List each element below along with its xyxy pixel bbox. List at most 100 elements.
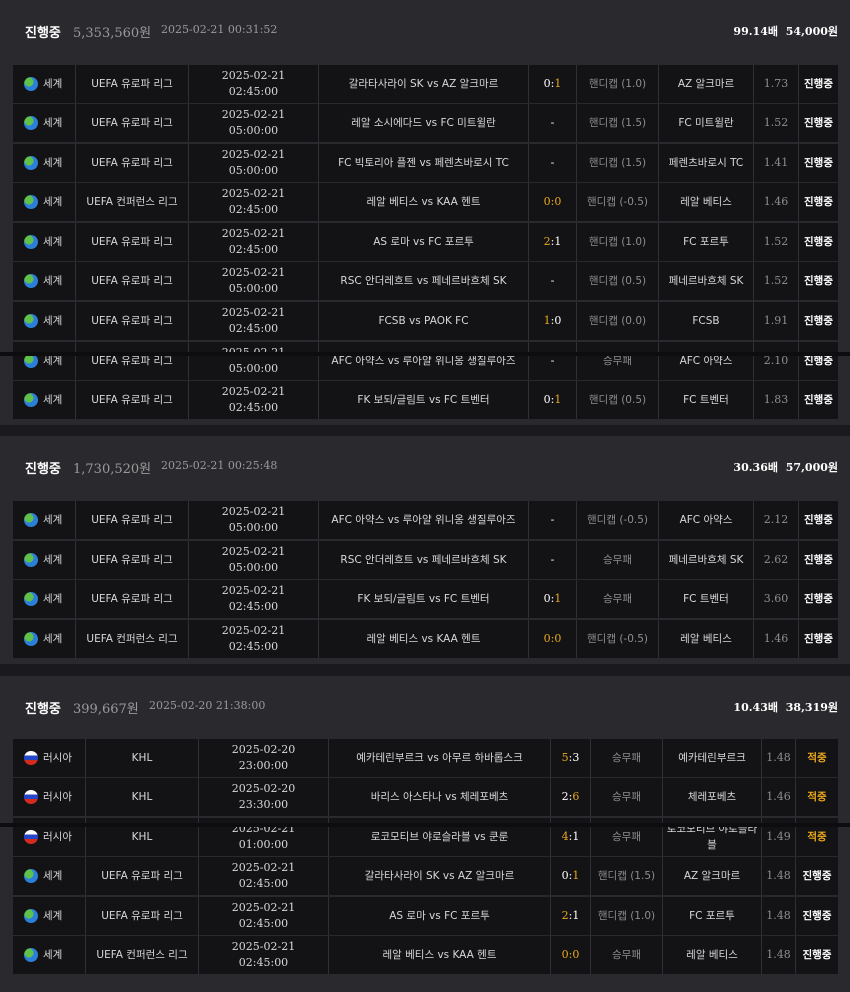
league-name: UEFA 유로파 리그 (75, 302, 188, 340)
score-home: - (550, 274, 555, 287)
match-teams: AS 로마 vs FC 포르투 (328, 897, 550, 935)
match-teams: FC 빅토리아 플젠 vs 페렌츠바로시 TC (318, 144, 528, 182)
score: 0 : 1 (528, 580, 576, 618)
match-time: 23:00:00 (238, 759, 289, 772)
score-home: 2 (543, 235, 551, 248)
score: 0 : 1 (528, 381, 576, 419)
match-date: 2025-02-21 (221, 187, 286, 200)
score-away: 1 (554, 592, 562, 605)
match-datetime: 2025-02-21 05:00:00 (188, 501, 318, 539)
league-name: UEFA 유로파 리그 (75, 223, 188, 261)
match-datetime: 2025-02-21 02:45:00 (198, 936, 328, 974)
bet-market: 핸디캡 (-0.5) (576, 620, 658, 658)
slip-amount: 5,353,560원 (73, 26, 152, 41)
bet-row[interactable]: 세계UEFA 유로파 리그2025-02-2105:00:00AFC 아약스 v… (13, 501, 838, 539)
score-away: 1 (572, 830, 580, 843)
score-home: 0 (543, 592, 551, 605)
result-badge: 진행중 (798, 302, 838, 340)
slip-status: 진행중 (25, 26, 61, 41)
league-name: UEFA 유로파 리그 (85, 897, 198, 935)
bet-odds: 1.46 (753, 620, 798, 658)
match-datetime: 2025-02-21 02:45:00 (188, 183, 318, 221)
score: 2 : 1 (528, 223, 576, 261)
bet-row[interactable]: 러시아 KHL 2025-02-20 23:30:00 바리스 아스타나 vs 체레포베… (13, 778, 838, 816)
bet-odds: 1.73 (753, 65, 798, 103)
bet-market: 승무패 (576, 580, 658, 618)
region-cell: 세계 (13, 541, 75, 579)
slip-status: 진행중 (25, 462, 61, 477)
score-home: 5 (561, 751, 569, 764)
match-date: 2025-02-21 (221, 545, 286, 558)
slip-status: 진행중 (25, 702, 61, 717)
score-home: 4 (561, 830, 569, 843)
russia-flag-icon (24, 830, 38, 844)
match-datetime: 2025-02-21 05:00:00 (188, 262, 318, 300)
region-cell: 세계 (13, 262, 75, 300)
result-badge: 진행중 (795, 936, 838, 974)
match-date: 2025-02-21 (231, 901, 296, 914)
bet-row[interactable]: 세계 UEFA 컨퍼런스 리그 2025-02-21 02:45:00 레알 베티스 v… (13, 936, 838, 974)
bet-row[interactable]: 세계 UEFA 유로파 리그 2025-02-21 05:00:00 FC 빅토리아 플… (13, 144, 838, 182)
bet-pick: FC 트벤터 (658, 381, 753, 419)
globe-icon (24, 632, 38, 646)
bet-row[interactable]: 세계 UEFA 유로파 리그 2025-02-21 02:45:00 AS 로마 vs … (13, 223, 838, 261)
score-away: 0 (572, 948, 580, 961)
bet-row[interactable]: 세계 UEFA 컨퍼런스 리그 2025-02-21 02:45:00 레알 베티스 v… (13, 620, 838, 658)
bet-row[interactable]: 세계 UEFA 유로파 리그 2025-02-21 02:45:00 AS 로마 vs … (13, 897, 838, 935)
match-time: 01:00:00 (238, 838, 289, 851)
bet-row[interactable]: 러시아 KHL 2025-02-20 23:00:00 예카테린부르크 vs 아무르 하… (13, 739, 838, 777)
match-datetime: 2025-02-21 02:45:00 (188, 65, 318, 103)
match-time: 02:45:00 (228, 243, 279, 256)
bet-pick: 페렌츠바로시 TC (658, 144, 753, 182)
bet-row[interactable]: 세계 UEFA 유로파 리그 2025-02-21 05:00:00 레알 소시에다드 … (13, 104, 838, 142)
bet-odds: 2.62 (753, 541, 798, 579)
bet-row[interactable]: 세계 UEFA 유로파 리그 2025-02-21 02:45:00 FK 보되/글림트… (13, 580, 838, 618)
match-teams: 갈라타사라이 SK vs AZ 알크마르 (328, 857, 550, 895)
match-teams: FK 보되/글림트 vs FC 트벤터 (318, 381, 528, 419)
region-label: 세계 (43, 633, 63, 645)
bet-row[interactable]: 세계UEFA 유로파 리그2025-02-2105:00:00AFC 아약스 v… (13, 342, 838, 380)
league-name: UEFA 컨퍼런스 리그 (75, 183, 188, 221)
bet-row[interactable]: 세계 UEFA 컨퍼런스 리그 2025-02-21 02:45:00 레알 베티스 v… (13, 183, 838, 221)
match-time: 02:45:00 (228, 600, 279, 613)
league-name: UEFA 유로파 리그 (85, 857, 198, 895)
region-cell: 세계 (13, 223, 75, 261)
score: - (528, 541, 576, 579)
bet-row[interactable]: 세계 UEFA 유로파 리그 2025-02-21 02:45:00 FK 보되/글림트… (13, 381, 838, 419)
match-time: 02:45:00 (228, 85, 279, 98)
bet-odds: 1.48 (761, 936, 795, 974)
score-away: 6 (572, 790, 580, 803)
match-date: 2025-02-21 (221, 108, 286, 121)
score-home: 0 (543, 632, 551, 645)
bet-market: 핸디캡 (1.0) (576, 223, 658, 261)
match-date: 2025-02-21 (231, 940, 296, 953)
bet-row[interactable]: 세계 UEFA 유로파 리그 2025-02-21 05:00:00 RSC 안더레흐트… (13, 262, 838, 300)
match-date: 2025-02-21 (221, 505, 286, 518)
globe-icon (24, 869, 38, 883)
score: - (528, 262, 576, 300)
bet-slip-header: 진행중 1,730,520원 2025-02-21 00:25:48 30.36배 57… (0, 436, 850, 496)
match-datetime: 2025-02-21 02:45:00 (188, 223, 318, 261)
slip-amount: 399,667원 (73, 702, 139, 717)
score-home: - (550, 156, 555, 169)
bet-market: 핸디캡 (-0.5) (576, 183, 658, 221)
match-date: 2025-02-20 (231, 743, 296, 756)
match-teams: 갈라타사라이 SK vs AZ 알크마르 (318, 65, 528, 103)
region-label: 세계 (43, 910, 63, 922)
bet-odds: 1.46 (761, 778, 795, 816)
globe-icon (24, 77, 38, 91)
region-label: 러시아 (43, 831, 72, 843)
match-datetime: 2025-02-21 02:45:00 (188, 381, 318, 419)
bet-row[interactable]: 세계 UEFA 유로파 리그 2025-02-21 02:45:00 갈라타사라이 SK… (13, 65, 838, 103)
match-teams: AFC 아약스 vs 루아얄 위니옹 생질루아즈 (318, 501, 528, 539)
bet-slip-header: 진행중 5,353,560원 2025-02-21 00:31:52 99.14배 54… (0, 0, 850, 60)
score-home: 0 (543, 195, 551, 208)
bet-row[interactable]: 세계 UEFA 유로파 리그 2025-02-21 02:45:00 갈라타사라이 SK… (13, 857, 838, 895)
score-away: 0 (554, 632, 562, 645)
bet-row[interactable]: 세계 UEFA 유로파 리그 2025-02-21 02:45:00 FCSB vs P… (13, 302, 838, 340)
bet-row[interactable]: 세계 UEFA 유로파 리그 2025-02-21 05:00:00 RSC 안더레흐트… (13, 541, 838, 579)
globe-icon (24, 274, 38, 288)
bet-odds: 1.48 (761, 897, 795, 935)
score: - (528, 144, 576, 182)
result-badge: 진행중 (798, 541, 838, 579)
